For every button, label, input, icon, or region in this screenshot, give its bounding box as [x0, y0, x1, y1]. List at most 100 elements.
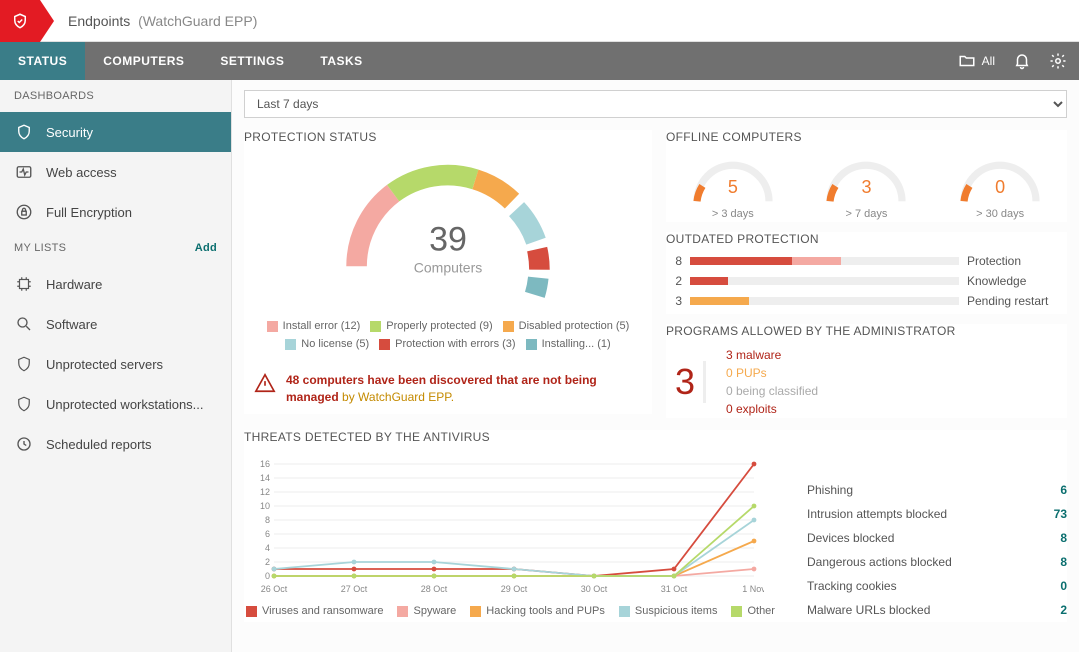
legend-item[interactable]: Disabled protection (5) [503, 320, 630, 332]
svg-text:14: 14 [260, 473, 270, 483]
svg-text:12: 12 [260, 487, 270, 497]
offline-arc[interactable]: 0> 30 days [945, 156, 1055, 220]
stat-row[interactable]: Intrusion attempts blocked73 [807, 502, 1067, 526]
folder-icon [958, 52, 976, 70]
threats-line-chart[interactable]: 024681012141626 Oct27 Oct28 Oct29 Oct30 … [244, 458, 764, 598]
svg-text:30 Oct: 30 Oct [581, 584, 608, 594]
panel-outdated: OUTDATED PROTECTION 8Protection 2Knowledg… [666, 232, 1067, 314]
svg-text:31 Oct: 31 Oct [661, 584, 688, 594]
threats-legend: Viruses and ransomware Spyware Hacking too… [244, 605, 777, 617]
nav-tasks[interactable]: TASKS [302, 42, 380, 80]
nav-settings[interactable]: SETTINGS [202, 42, 302, 80]
panel-title: PROGRAMS ALLOWED BY THE ADMINISTRATOR [666, 324, 1067, 338]
panel-offline: OFFLINE COMPUTERS 5> 3 days 3> 7 days 0> 3… [666, 130, 1067, 222]
legend-item[interactable]: Properly protected (9) [370, 320, 492, 332]
legend-item[interactable]: Installing... (1) [526, 338, 611, 350]
allowed-item[interactable]: 0 exploits [726, 400, 818, 418]
stat-row[interactable]: Phishing6 [807, 478, 1067, 502]
legend-item[interactable]: Spyware [397, 605, 456, 617]
warning-text[interactable]: 48 computers have been discovered that a… [286, 372, 642, 406]
clock-icon [14, 434, 34, 454]
panel-title: OUTDATED PROTECTION [666, 232, 1067, 246]
panel-allowed: PROGRAMS ALLOWED BY THE ADMINISTRATOR 3 … [666, 324, 1067, 418]
nav-status[interactable]: STATUS [0, 42, 85, 80]
stat-row[interactable]: Tracking cookies0 [807, 574, 1067, 598]
sidebar-item-webaccess[interactable]: Web access [0, 152, 231, 192]
svg-text:26 Oct: 26 Oct [261, 584, 288, 594]
gauge-total: 39 [414, 221, 482, 260]
svg-text:1 Nov: 1 Nov [742, 584, 764, 594]
outdated-row[interactable]: 3Pending restart [666, 294, 1067, 308]
sidebar-item-scheduled-reports[interactable]: Scheduled reports [0, 424, 231, 464]
search-icon [14, 314, 34, 334]
stat-row[interactable]: Dangerous actions blocked8 [807, 550, 1067, 574]
filter-all-button[interactable]: All [958, 52, 995, 70]
allowed-item[interactable]: 0 PUPs [726, 364, 818, 382]
sidebar-item-label: Unprotected servers [46, 357, 163, 372]
outdated-row[interactable]: 2Knowledge [666, 274, 1067, 288]
legend-item[interactable]: Hacking tools and PUPs [470, 605, 605, 617]
sidebar-item-label: Software [46, 317, 97, 332]
allowed-item[interactable]: 3 malware [726, 346, 818, 364]
bell-icon[interactable] [1013, 52, 1031, 70]
legend-item[interactable]: No license (5) [285, 338, 369, 350]
svg-text:8: 8 [265, 515, 270, 525]
pulse-icon [14, 162, 34, 182]
brand-bar: Endpoints (WatchGuard EPP) [0, 0, 1079, 42]
sidebar-item-software[interactable]: Software [0, 304, 231, 344]
stat-row[interactable]: Devices blocked8 [807, 526, 1067, 550]
add-list-button[interactable]: Add [195, 242, 217, 254]
chip-icon [14, 274, 34, 294]
lock-icon [14, 202, 34, 222]
sidebar-item-unprotected-servers[interactable]: Unprotected servers [0, 344, 231, 384]
stat-row[interactable]: Malware URLs blocked2 [807, 598, 1067, 622]
panel-title: OFFLINE COMPUTERS [666, 130, 1067, 144]
sidebar-item-label: Security [46, 125, 93, 140]
sidebar-item-security[interactable]: Security [0, 112, 231, 152]
gauge-label: Computers [414, 260, 482, 276]
legend-item[interactable]: Install error (12) [267, 320, 361, 332]
sidebar-item-label: Unprotected workstations... [46, 397, 204, 412]
content: Last 7 days PROTECTION STATUS [232, 80, 1079, 652]
svg-text:28 Oct: 28 Oct [421, 584, 448, 594]
shield-icon [14, 122, 34, 142]
sidebar-dashboards-header: DASHBOARDS [0, 80, 231, 112]
shield-outline-icon [14, 394, 34, 414]
warning-icon [254, 372, 276, 394]
svg-text:2: 2 [265, 557, 270, 567]
offline-arc[interactable]: 5> 3 days [678, 156, 788, 220]
nav-computers[interactable]: COMPUTERS [85, 42, 202, 80]
svg-text:10: 10 [260, 501, 270, 511]
offline-arc[interactable]: 3> 7 days [811, 156, 921, 220]
legend-item[interactable]: Suspicious items [619, 605, 718, 617]
threat-stats: Phishing6Intrusion attempts blocked73Dev… [807, 458, 1067, 622]
svg-text:6: 6 [265, 529, 270, 539]
allowed-item[interactable]: 0 being classified [726, 382, 818, 400]
panel-title: PROTECTION STATUS [244, 130, 652, 144]
panel-threats: THREATS DETECTED BY THE ANTIVIRUS 024681… [244, 430, 1067, 622]
gear-icon[interactable] [1049, 52, 1067, 70]
panel-title: THREATS DETECTED BY THE ANTIVIRUS [244, 430, 1067, 444]
svg-text:29 Oct: 29 Oct [501, 584, 528, 594]
sidebar-item-label: Web access [46, 165, 117, 180]
brand-title: Endpoints (WatchGuard EPP) [68, 13, 257, 29]
shield-outline-icon [14, 354, 34, 374]
protection-legend: Install error (12) Properly protected (9)… [244, 320, 652, 350]
sidebar-item-unprotected-workstations[interactable]: Unprotected workstations... [0, 384, 231, 424]
sidebar-item-label: Full Encryption [46, 205, 132, 220]
svg-text:0: 0 [265, 571, 270, 581]
main-nav: STATUS COMPUTERS SETTINGS TASKS All [0, 42, 1079, 80]
legend-item[interactable]: Other [731, 605, 775, 617]
protection-gauge[interactable]: 39 Computers [328, 152, 568, 312]
svg-text:16: 16 [260, 459, 270, 469]
outdated-row[interactable]: 8Protection [666, 254, 1067, 268]
sidebar: DASHBOARDS Security Web access Full Encr… [0, 80, 232, 652]
sidebar-item-hardware[interactable]: Hardware [0, 264, 231, 304]
date-range-select[interactable]: Last 7 days [244, 90, 1067, 118]
svg-text:27 Oct: 27 Oct [341, 584, 368, 594]
legend-item[interactable]: Viruses and ransomware [246, 605, 383, 617]
sidebar-item-label: Scheduled reports [46, 437, 152, 452]
sidebar-mylists-header: MY LISTS Add [0, 232, 231, 264]
sidebar-item-encryption[interactable]: Full Encryption [0, 192, 231, 232]
legend-item[interactable]: Protection with errors (3) [379, 338, 515, 350]
